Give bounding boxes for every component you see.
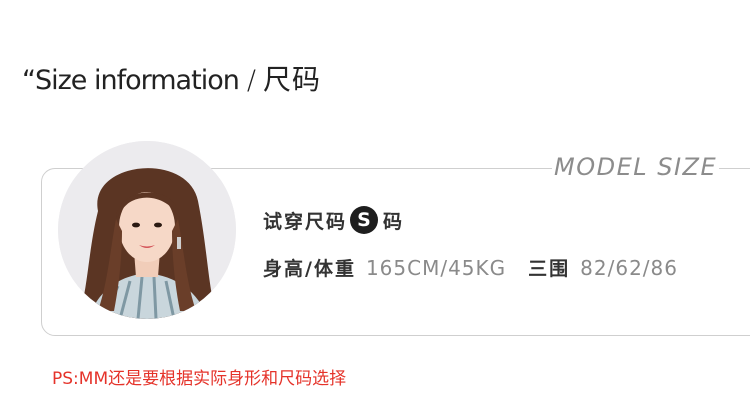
- title-english: “Size information: [22, 65, 240, 96]
- bust-waist-hip-label: 三围: [528, 258, 571, 280]
- measurements-row: 身高/体重 165CM/45KG 三围 82/62/86: [263, 254, 678, 281]
- bust-waist-hip-value: 82/62/86: [580, 255, 678, 280]
- model-avatar: [58, 141, 236, 319]
- trial-size-row: 试穿尺码 S 码: [263, 206, 404, 234]
- ps-note-text: MM还是要根据实际身形和尺码选择: [78, 369, 347, 389]
- trial-size-label: 试穿尺码: [263, 210, 348, 233]
- model-portrait-image: [58, 141, 236, 319]
- size-badge: S: [350, 206, 379, 234]
- ps-note: PS:MM还是要根据实际身形和尺码选择: [52, 364, 346, 389]
- model-size-label: MODEL SIZE: [552, 152, 720, 182]
- title-divider: /: [246, 65, 256, 96]
- page-title: “Size information / 尺码: [22, 58, 321, 98]
- trial-size-suffix: 码: [383, 210, 405, 233]
- height-weight-value: 165CM/45KG: [365, 255, 507, 280]
- height-weight-label: 身高/体重: [263, 258, 356, 280]
- ps-note-prefix: PS:: [52, 369, 79, 389]
- title-chinese: 尺码: [262, 63, 321, 96]
